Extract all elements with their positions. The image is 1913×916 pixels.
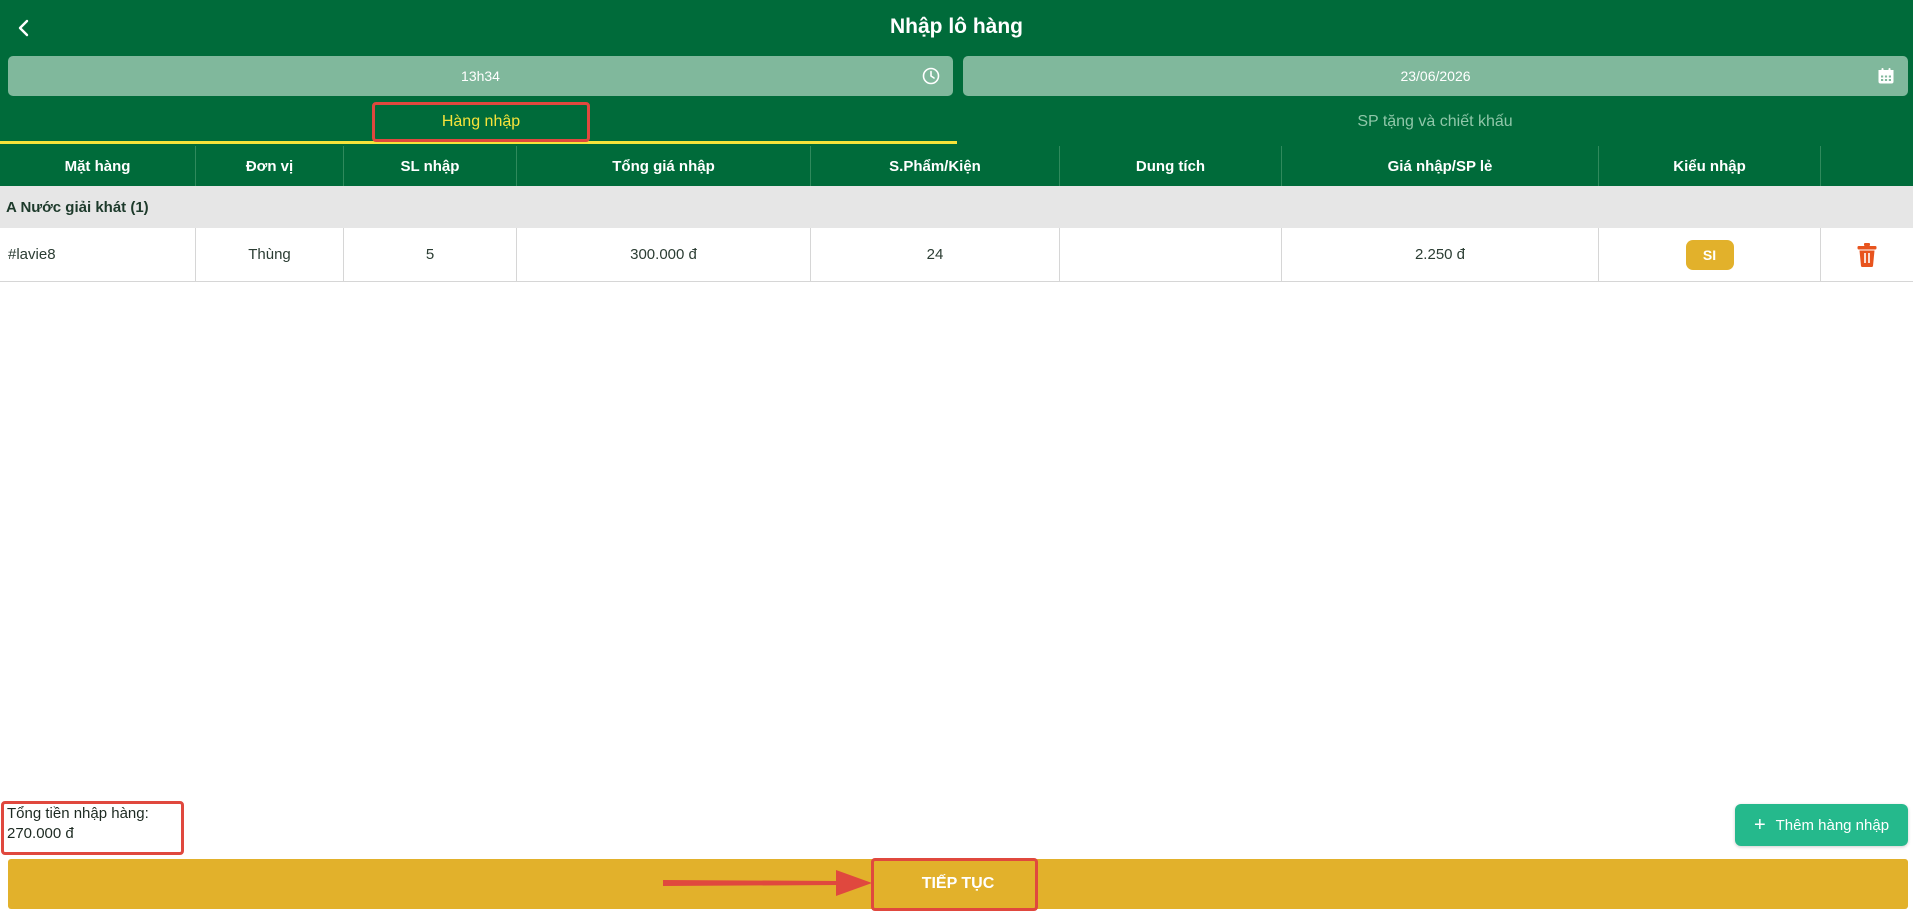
column-header-item: Mặt hàng: [0, 146, 196, 186]
cell-import-type: SI: [1599, 228, 1821, 281]
clock-icon: [922, 67, 940, 85]
total-value: 270.000 đ: [7, 825, 74, 842]
date-value: 23/06/2026: [1400, 68, 1471, 84]
import-type-badge[interactable]: SI: [1685, 239, 1734, 270]
column-header-unit-price: Giá nhập/SP lẻ: [1282, 146, 1599, 186]
calendar-icon: [1878, 68, 1894, 84]
add-import-item-button[interactable]: + Thêm hàng nhập: [1735, 804, 1908, 846]
column-header-qty: SL nhập: [344, 146, 517, 186]
time-value: 13h34: [461, 68, 500, 84]
column-header-unit: Đơn vị: [196, 146, 344, 186]
cell-per-case: 24: [811, 228, 1060, 281]
continue-label: TIẾP TỤC: [921, 875, 995, 892]
cell-volume: [1060, 228, 1282, 281]
cell-actions: [1821, 228, 1913, 281]
total-label: Tổng tiền nhập hàng:: [7, 805, 149, 822]
continue-button[interactable]: TIẾP TỤC: [8, 859, 1908, 909]
group-header: A Nước giải khát (1): [0, 186, 1913, 228]
total-summary: Tổng tiền nhập hàng: 270.000 đ: [7, 804, 149, 844]
cell-item: #lavie8: [0, 228, 196, 281]
page-title: Nhập lô hàng: [890, 15, 1023, 38]
column-header-total-price: Tổng giá nhập: [517, 146, 811, 186]
trash-icon: [1857, 242, 1877, 267]
table-header: Mặt hàng Đơn vị SL nhập Tổng giá nhập S.…: [0, 146, 1913, 186]
tab-sp-tang-chiet-khau[interactable]: SP tặng và chiết khấu: [957, 102, 1913, 142]
column-header-per-case: S.Phẩm/Kiện: [811, 146, 1060, 186]
cell-qty: 5: [344, 228, 517, 281]
column-header-volume: Dung tích: [1060, 146, 1282, 186]
active-tab-indicator: [0, 141, 957, 144]
table-row[interactable]: #lavie8 Thùng 5 300.000 đ 24 2.250 đ SI: [0, 228, 1913, 282]
column-header-actions: [1821, 146, 1913, 186]
time-picker[interactable]: 13h34: [8, 56, 953, 96]
plus-icon: +: [1753, 814, 1766, 836]
cell-total-price: 300.000 đ: [517, 228, 811, 281]
column-header-import-type: Kiểu nhập: [1599, 146, 1821, 186]
tab-hang-nhap[interactable]: Hàng nhập: [373, 102, 589, 142]
date-picker[interactable]: 23/06/2026: [963, 56, 1908, 96]
delete-button[interactable]: [1856, 242, 1878, 268]
cell-unit: Thùng: [196, 228, 344, 281]
cell-unit-price: 2.250 đ: [1282, 228, 1599, 281]
app-header: Nhập lô hàng 13h34 23/06/2026 Hàng nhập …: [0, 0, 1913, 146]
annotation-arrow-icon: [663, 870, 872, 896]
add-button-label: Thêm hàng nhập: [1775, 816, 1890, 834]
